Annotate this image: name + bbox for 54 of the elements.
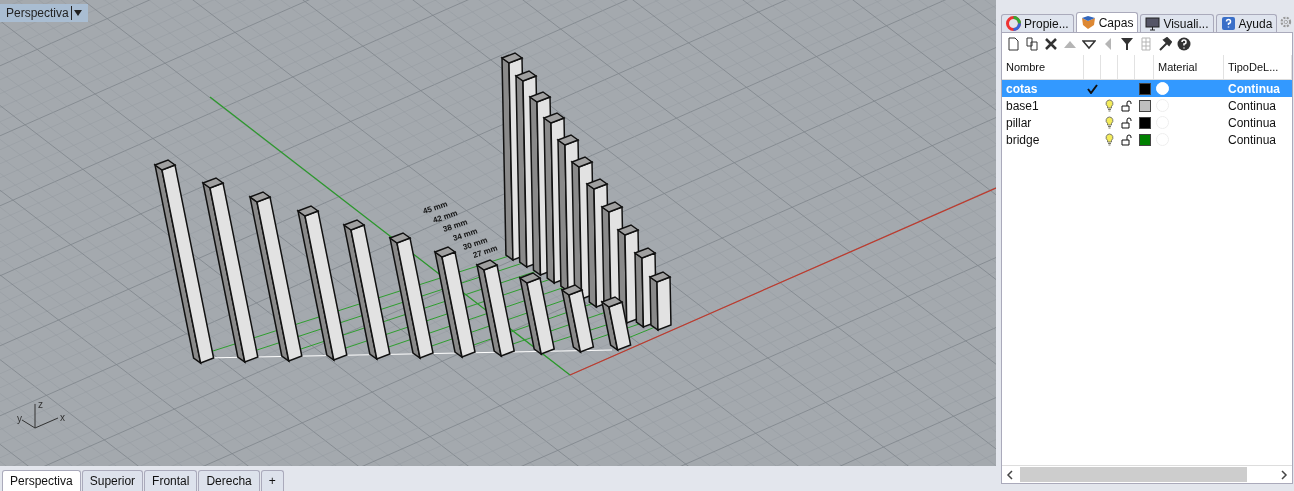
light-bulb-icon[interactable]: [1105, 99, 1114, 112]
help-icon: [1220, 16, 1236, 31]
new-document-icon[interactable]: [1006, 37, 1020, 51]
scroll-right-icon[interactable]: [1279, 469, 1289, 480]
color-swatch[interactable]: [1138, 82, 1151, 95]
tab-label: Visuali...: [1163, 16, 1209, 31]
view-tab[interactable]: Frontal: [144, 470, 198, 491]
linetype: Continua: [1227, 81, 1281, 96]
panel-tab[interactable]: Ayuda: [1215, 14, 1278, 32]
view-tab[interactable]: +: [260, 470, 284, 491]
panel-tab[interactable]: Visuali...: [1140, 14, 1214, 32]
axis-label: x: [60, 412, 65, 423]
color-swatch[interactable]: [1138, 99, 1151, 112]
axis-label: y: [17, 413, 22, 424]
filter-icon[interactable]: [1120, 37, 1134, 51]
tab-label: Capas: [1098, 15, 1134, 30]
panel-tab[interactable]: Propie...: [1001, 14, 1074, 32]
column-header[interactable]: Nombre: [1002, 55, 1084, 79]
view-tab[interactable]: Superior: [81, 470, 144, 491]
layer-name: cotas: [1005, 81, 1039, 96]
color-wheel-icon: [1006, 16, 1021, 31]
scrollbar-thumb[interactable]: [1020, 467, 1247, 482]
monitor-icon: [1145, 16, 1161, 31]
panel-tab[interactable]: Capas: [1075, 12, 1139, 32]
view-tab[interactable]: Perspectiva: [2, 470, 81, 491]
copy-icon[interactable]: [1025, 37, 1039, 51]
hammer-icon[interactable]: [1158, 37, 1172, 51]
unlocked-padlock-icon[interactable]: [1121, 99, 1132, 112]
color-swatch[interactable]: [1138, 133, 1151, 146]
caret-icon: [73, 10, 82, 16]
view-tab[interactable]: Derecha: [198, 470, 260, 491]
axis-label: z: [38, 399, 43, 410]
delete-icon[interactable]: [1044, 37, 1058, 51]
linetype: Continua: [1227, 115, 1278, 130]
layer-name: pillar: [1005, 115, 1033, 130]
layer-name: base1: [1005, 98, 1040, 113]
linetype: Continua: [1227, 98, 1278, 113]
column-header[interactable]: Material: [1154, 55, 1224, 79]
layers-icon: [1080, 15, 1096, 30]
triangle-down-icon[interactable]: [1082, 37, 1096, 51]
scroll-left-icon[interactable]: [1005, 469, 1015, 480]
tab-label: Ayuda: [1238, 16, 1273, 31]
unlocked-padlock-icon[interactable]: [1121, 116, 1132, 129]
column-header[interactable]: TipoDeL...: [1224, 55, 1292, 79]
help-icon[interactable]: [1177, 37, 1191, 51]
tab-label: Propie...: [1024, 16, 1069, 31]
viewport-title[interactable]: Perspectiva: [0, 4, 88, 22]
color-swatch[interactable]: [1138, 116, 1151, 129]
light-bulb-icon[interactable]: [1105, 133, 1114, 146]
linetype: Continua: [1227, 132, 1278, 147]
axis-gizmo-drawing: [21, 403, 59, 429]
light-bulb-icon[interactable]: [1105, 116, 1114, 129]
unlocked-padlock-icon[interactable]: [1121, 133, 1132, 146]
layer-name: bridge: [1005, 132, 1041, 147]
